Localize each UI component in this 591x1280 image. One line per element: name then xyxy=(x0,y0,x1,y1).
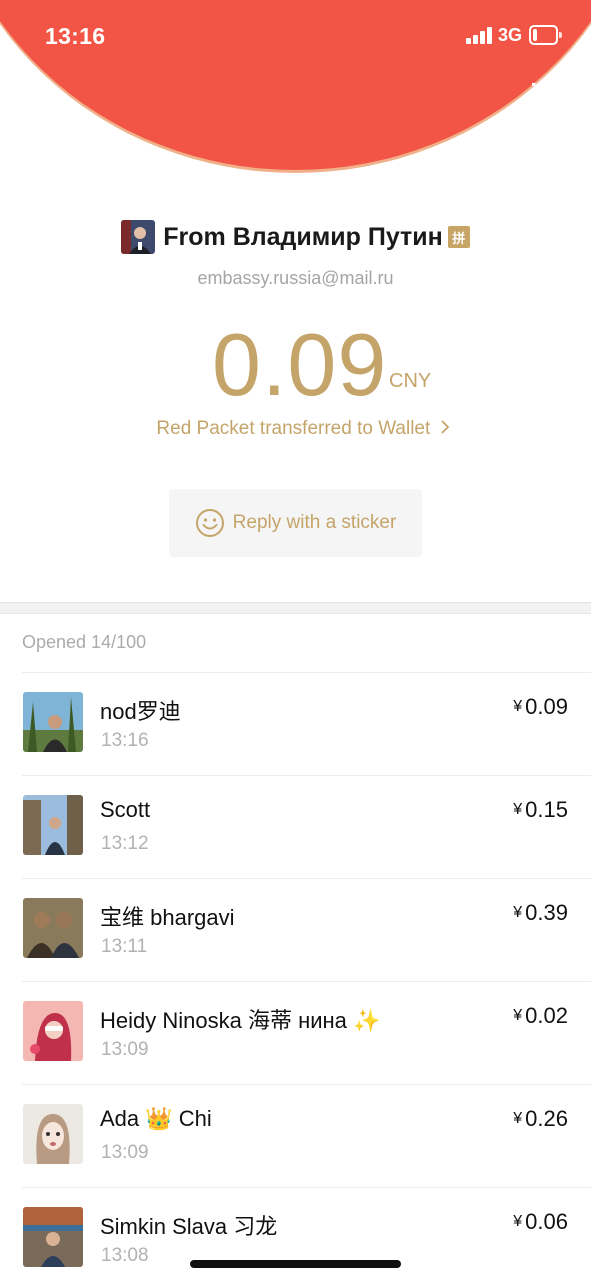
yen-symbol: ¥ xyxy=(513,1007,523,1024)
sender-avatar[interactable] xyxy=(121,220,156,254)
wallet-link[interactable]: Red Packet transferred to Wallet xyxy=(0,418,591,440)
header: 13:16 3G xyxy=(0,0,591,175)
chevron-left-icon xyxy=(32,80,48,108)
recipient-time: 13:08 xyxy=(101,1245,149,1266)
recipient-amount-value: 0.39 xyxy=(525,900,568,925)
recipient-amount: ¥0.26 xyxy=(513,1106,568,1132)
list-item[interactable]: nod罗迪 13:16 ¥0.09 xyxy=(0,672,591,775)
recipient-name: Scott xyxy=(100,797,151,822)
recipient-amount-value: 0.06 xyxy=(525,1209,568,1234)
section-divider xyxy=(0,602,591,614)
reply-sticker-button[interactable]: Reply with a sticker xyxy=(169,489,422,557)
reply-sticker-label: Reply with a sticker xyxy=(232,512,397,533)
wallet-link-label: Red Packet transferred to Wallet xyxy=(156,418,431,439)
list-item[interactable]: Heidy Ninoska 海蒂 нина ✨ 13:09 ¥0.02 xyxy=(0,981,591,1084)
smiley-icon xyxy=(195,509,224,537)
recipient-name: 宝维 bhargavi xyxy=(100,905,235,930)
list-item[interactable]: Scott 13:12 ¥0.15 xyxy=(0,775,591,878)
recipient-name: Heidy Ninoska 海蒂 нина ✨ xyxy=(100,1008,381,1033)
recipient-time: 13:16 xyxy=(101,730,149,751)
status-time: 13:16 xyxy=(45,23,106,49)
recipient-amount: ¥0.15 xyxy=(513,797,568,823)
battery-icon xyxy=(529,25,562,45)
opened-count: Opened 14/100 xyxy=(22,632,147,652)
pinyin-badge: 拼 xyxy=(447,226,470,248)
yen-symbol: ¥ xyxy=(513,698,523,715)
recipient-name: nod罗迪 xyxy=(100,699,181,724)
yen-symbol: ¥ xyxy=(513,801,523,818)
recipient-amount: ¥0.06 xyxy=(513,1209,568,1235)
recipient-name: Simkin Slava 习龙 xyxy=(100,1214,278,1239)
sender-row: From Владимир Путин 拼 xyxy=(0,218,591,256)
avatar xyxy=(23,795,83,855)
yen-symbol: ¥ xyxy=(513,1110,523,1127)
sender-email: embassy.russia@mail.ru xyxy=(197,268,394,288)
avatar xyxy=(23,692,83,752)
avatar xyxy=(23,1001,83,1061)
packet-amount: 0.09 xyxy=(212,315,388,414)
avatar xyxy=(23,1207,83,1267)
recipient-time: 13:11 xyxy=(101,936,148,957)
recipient-amount-value: 0.09 xyxy=(525,694,568,719)
recipient-amount: ¥0.09 xyxy=(513,694,568,720)
back-button[interactable] xyxy=(22,76,58,112)
yen-symbol: ¥ xyxy=(513,1213,523,1230)
amount-row: 0.09 CNY xyxy=(0,315,591,415)
signal-icon xyxy=(466,27,492,44)
avatar xyxy=(23,1104,83,1164)
recipient-time: 13:09 xyxy=(101,1039,149,1060)
recipient-amount-value: 0.02 xyxy=(525,1003,568,1028)
recipient-time: 13:12 xyxy=(101,833,149,854)
chevron-right-icon xyxy=(440,420,449,434)
list-menu-icon xyxy=(532,83,560,106)
menu-button[interactable] xyxy=(525,78,565,112)
recipient-time: 13:09 xyxy=(101,1142,149,1163)
recipient-amount-value: 0.15 xyxy=(525,797,568,822)
recipient-amount-value: 0.26 xyxy=(525,1106,568,1131)
list-item[interactable]: Ada 👑 Chi 13:09 ¥0.26 xyxy=(0,1084,591,1187)
recipient-list: nod罗迪 13:16 ¥0.09 Scott 13:12 ¥0.15 宝维 b… xyxy=(0,672,591,1280)
avatar xyxy=(23,898,83,958)
sender-name: From Владимир Путин xyxy=(163,222,443,251)
recipient-amount: ¥0.39 xyxy=(513,900,568,926)
packet-currency: CNY xyxy=(389,370,432,392)
status-bar: 13:16 3G xyxy=(0,0,591,70)
yen-symbol: ¥ xyxy=(513,904,523,921)
network-type: 3G xyxy=(498,25,523,45)
home-indicator[interactable] xyxy=(190,1260,401,1268)
recipient-name: Ada 👑 Chi xyxy=(100,1106,212,1131)
recipient-amount: ¥0.02 xyxy=(513,1003,568,1029)
list-item[interactable]: 宝维 bhargavi 13:11 ¥0.39 xyxy=(0,878,591,981)
